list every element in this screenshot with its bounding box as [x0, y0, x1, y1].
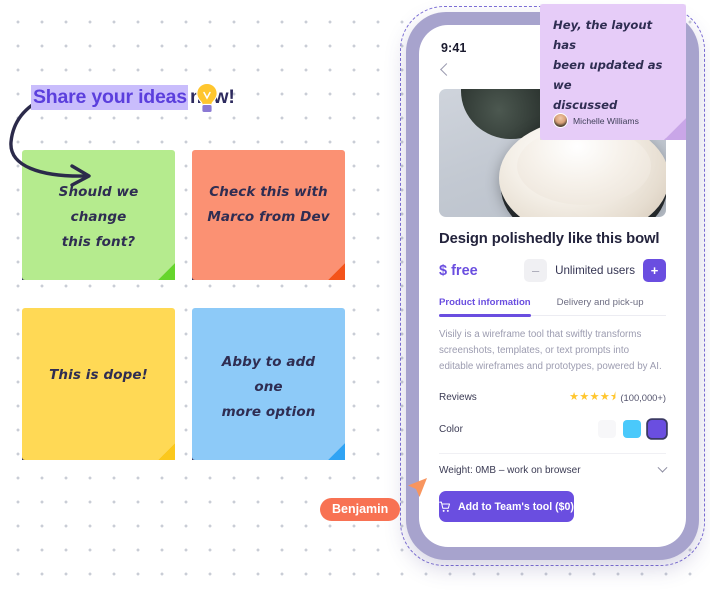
note-text: This is dope! [22, 363, 175, 388]
note-text-line1: Abby to add one [221, 354, 316, 395]
status-time: 9:41 [441, 41, 467, 55]
quantity-increment-button[interactable]: + [643, 259, 666, 282]
note-fold-corner [328, 443, 345, 460]
add-to-cart-button[interactable]: Add to Team's tool ($0) [439, 491, 574, 523]
color-swatch-white[interactable] [598, 420, 616, 439]
comment-note-fold-corner [664, 118, 686, 140]
comment-author: Michelle Williams [553, 113, 639, 128]
reviews-label: Reviews [439, 392, 477, 404]
color-swatch-cyan[interactable] [623, 420, 641, 439]
rating-group: ★★★★⯨ (100,000+) [569, 388, 666, 407]
note-text: Abby to add one more option [192, 350, 345, 425]
comment-text-line3: discussed [553, 97, 618, 112]
product-title: Design polishedly like this bowl [439, 231, 660, 247]
reviews-row: Reviews ★★★★⯨ (100,000+) [439, 388, 666, 407]
weight-label: Weight: 0MB – work on browser [439, 465, 581, 477]
chevron-down-icon [657, 463, 668, 474]
sticky-note[interactable]: Check this with Marco from Dev [192, 150, 345, 280]
note-fold-corner [328, 263, 345, 280]
chevron-left-icon [440, 63, 453, 76]
tab-product-information[interactable]: Product information [439, 297, 531, 317]
cursor-pointer-icon [408, 478, 427, 497]
collaborator-name-label: Benjamin [320, 498, 401, 521]
tab-bar: Product information Delivery and pick-up [439, 297, 666, 317]
product-price: $ free [439, 262, 478, 279]
lightbulb-icon [196, 82, 218, 114]
comment-text: Hey, the layout has been updated as we d… [553, 16, 673, 116]
shopping-cart-icon [439, 501, 451, 512]
sticky-note[interactable]: This is dope! [22, 308, 175, 460]
add-to-cart-label: Add to Team's tool ($0) [458, 500, 574, 513]
headline-selected-text: Share your ideas [31, 85, 188, 110]
avatar [553, 113, 568, 128]
product-description: Visily is a wireframe tool that swiftly … [439, 329, 662, 373]
color-row: Color [439, 420, 666, 439]
color-label: Color [439, 423, 463, 435]
note-text-line2: more option [221, 403, 316, 420]
color-swatch-group[interactable] [598, 420, 666, 439]
comment-sticky-note[interactable]: Hey, the layout has been updated as we d… [540, 4, 686, 140]
price-row: $ free – Unlimited users + [439, 259, 666, 282]
comment-author-name: Michelle Williams [573, 115, 639, 126]
note-fold-corner [158, 443, 175, 460]
note-text-line2: this font? [61, 233, 136, 250]
quantity-stepper[interactable]: – Unlimited users + [524, 259, 666, 282]
note-text: Check this with Marco from Dev [192, 180, 345, 230]
note-text-line1: This is dope! [49, 367, 148, 383]
review-count: (100,000+) [620, 392, 666, 404]
note-text-line1: Check this with [209, 184, 328, 200]
quantity-decrement-button[interactable]: – [524, 259, 548, 282]
comment-text-line2: been updated as we [553, 57, 663, 92]
note-text-line2: Marco from Dev [207, 208, 330, 225]
tab-delivery-and-pickup[interactable]: Delivery and pick-up [557, 297, 644, 315]
weight-accordion[interactable]: Weight: 0MB – work on browser [439, 453, 668, 477]
sticky-note[interactable]: Abby to add one more option [192, 308, 345, 460]
color-swatch-purple-selected[interactable] [648, 420, 666, 439]
note-fold-corner [158, 263, 175, 280]
quantity-label: Unlimited users [555, 264, 635, 277]
comment-text-line1: Hey, the layout has [553, 18, 653, 52]
star-rating-icon: ★★★★⯨ [569, 391, 617, 404]
